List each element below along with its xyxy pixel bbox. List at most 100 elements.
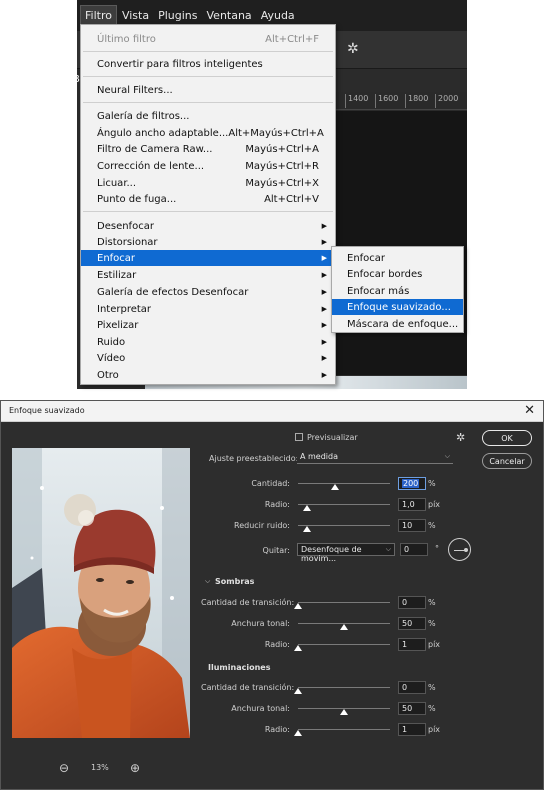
menu-item-label: Punto de fuga... [97,193,177,205]
menu-filtro[interactable]: Filtro [80,5,117,26]
chevron-down-icon: ⌵ [444,452,450,460]
menu-item-enfocar[interactable]: Enfocar ▶ [81,250,335,266]
amount-label: Cantidad: [251,479,290,488]
menu-item-liquify[interactable]: Licuar... Mayús+Ctrl+X [81,175,335,191]
highlights-tonal-slider-thumb[interactable] [340,709,348,715]
menu-ventana[interactable]: Ventana [203,6,256,25]
menu-item-ruido[interactable]: Ruido ▶ [81,334,335,350]
highlights-tonal-input[interactable]: 50 [398,702,426,715]
preset-select-value: A medida [300,452,339,461]
preview-checkbox[interactable] [295,433,303,441]
highlights-fade-slider-thumb[interactable] [294,688,302,694]
menu-vista[interactable]: Vista [118,6,153,25]
angle-input[interactable]: 0 [400,543,428,556]
highlights-radius-slider-thumb[interactable] [294,730,302,736]
reduce-noise-input[interactable]: 10 [398,519,426,532]
zoom-out-icon[interactable]: ⊖ [59,761,69,775]
menu-item-interpretar[interactable]: Interpretar ▶ [81,301,335,317]
menu-item-estilizar[interactable]: Estilizar ▶ [81,267,335,283]
menu-item-convert-smart[interactable]: Convertir para filtros inteligentes [81,56,335,72]
shadows-radius-slider-thumb[interactable] [294,645,302,651]
menu-item-label: Neural Filters... [97,84,173,96]
reduce-noise-unit: % [428,521,436,530]
angle-unit: ° [435,544,439,553]
menu-plugins[interactable]: Plugins [154,6,201,25]
ruler-tick: 2000 [435,94,458,108]
radius-input[interactable]: 1,0 [398,498,426,511]
menu-item-distorsionar[interactable]: Distorsionar ▶ [81,234,335,250]
angle-dial[interactable] [448,538,471,561]
menu-item-desenfocar[interactable]: Desenfocar ▶ [81,218,335,234]
menu-item-vanishing-point[interactable]: Punto de fuga... Alt+Ctrl+V [81,191,335,207]
submenu-item-enfocar[interactable]: Enfocar [332,250,463,266]
highlights-radius-label: Radio: [264,725,290,734]
amount-slider-track[interactable] [298,483,390,484]
preview-image[interactable] [12,448,190,738]
highlights-radius-input[interactable]: 1 [398,723,426,736]
highlights-radius-unit: píx [428,725,441,734]
highlights-fade-input[interactable]: 0 [398,681,426,694]
shadows-tonal-input[interactable]: 50 [398,617,426,630]
menu-item-shortcut: Alt+Ctrl+F [265,33,319,45]
shadows-fade-slider-thumb[interactable] [294,603,302,609]
amount-slider-thumb[interactable] [330,484,339,490]
submenu-item-enfoque-suavizado[interactable]: Enfoque suavizado... [332,299,463,315]
chevron-down-icon[interactable]: ⌵ [205,577,210,586]
submenu-arrow-icon: ▶ [321,288,327,296]
cancel-button[interactable]: Cancelar [482,453,532,469]
menu-item-pixelizar[interactable]: Pixelizar ▶ [81,317,335,333]
menu-item-shortcut: Mayús+Ctrl+A [245,143,319,155]
menu-item-blur-gallery[interactable]: Galería de efectos Desenfocar ▶ [81,284,335,300]
menu-separator [83,76,333,77]
submenu-item-mascara-enfoque[interactable]: Máscara de enfoque... [332,316,463,332]
preset-select[interactable]: A medida ⌵ [297,451,453,464]
shadows-radius-slider-track[interactable] [298,644,390,645]
reduce-noise-slider-thumb[interactable] [303,526,312,532]
amount-value: 200 [402,479,420,488]
shadows-radius-input[interactable]: 1 [398,638,426,651]
zoom-in-icon[interactable]: ⊕ [130,761,140,775]
ruler-tick: 1600 [375,94,398,108]
ok-button[interactable]: OK [482,430,532,446]
menu-item-camera-raw[interactable]: Filtro de Camera Raw... Mayús+Ctrl+A [81,141,335,157]
menu-item-label: Enfocar [97,252,136,264]
menu-item-video[interactable]: Vídeo ▶ [81,350,335,366]
ruler-tick: 1800 [405,94,428,108]
submenu-item-enfocar-mas[interactable]: Enfocar más [332,283,463,299]
shadows-tonal-slider-thumb[interactable] [340,624,348,630]
menu-item-label: Licuar... [97,177,137,189]
shadows-radius-unit: píx [428,640,441,649]
ruler: 1400 1600 1800 2000 [332,92,467,110]
reduce-noise-slider-track[interactable] [298,525,390,526]
menu-item-filter-gallery[interactable]: Galería de filtros... [81,108,335,124]
menu-item-shortcut: Alt+Ctrl+V [264,193,319,205]
highlights-radius-slider-track[interactable] [298,729,390,730]
menu-ayuda[interactable]: Ayuda [257,6,299,25]
menu-item-label: Galería de efectos Desenfocar [97,286,249,298]
shadows-fade-input[interactable]: 0 [398,596,426,609]
highlights-fade-label: Cantidad de transición: [201,683,295,692]
remove-select[interactable]: Desenfoque de movim... ⌵ [297,543,395,563]
filter-menu: Último filtro Alt+Ctrl+F Convertir para … [80,24,336,385]
close-icon[interactable]: ✕ [524,403,535,418]
gear-icon[interactable]: ✲ [347,41,359,57]
radius-slider-thumb[interactable] [303,505,312,511]
shadows-fade-slider-track[interactable] [298,602,390,603]
menu-separator [83,211,333,212]
submenu-item-enfocar-bordes[interactable]: Enfocar bordes [332,266,463,282]
menu-item-label: Vídeo [97,352,126,364]
menu-item-neural-filters[interactable]: Neural Filters... [81,82,335,98]
menu-item-lens-correction[interactable]: Corrección de lente... Mayús+Ctrl+R [81,158,335,174]
menu-item-adaptive-wide-angle[interactable]: Ángulo ancho adaptable... Alt+Mayús+Ctrl… [81,125,335,141]
highlights-fade-slider-track[interactable] [298,687,390,688]
screenshot-stage: Filtro Vista Plugins Ventana Ayuda ✲ B 1… [0,0,544,790]
radius-slider-track[interactable] [298,504,390,505]
radius-unit: píx [428,500,441,509]
menu-item-label: Ángulo ancho adaptable... [97,127,229,139]
amount-input[interactable]: 200 [398,477,426,490]
gear-icon[interactable]: ✲ [456,431,465,444]
shadows-section-title[interactable]: Sombras [215,577,254,586]
menu-item-otro[interactable]: Otro ▶ [81,367,335,383]
highlights-section-title[interactable]: Iluminaciones [208,663,270,672]
preset-label: Ajuste preestablecido: [209,454,299,463]
